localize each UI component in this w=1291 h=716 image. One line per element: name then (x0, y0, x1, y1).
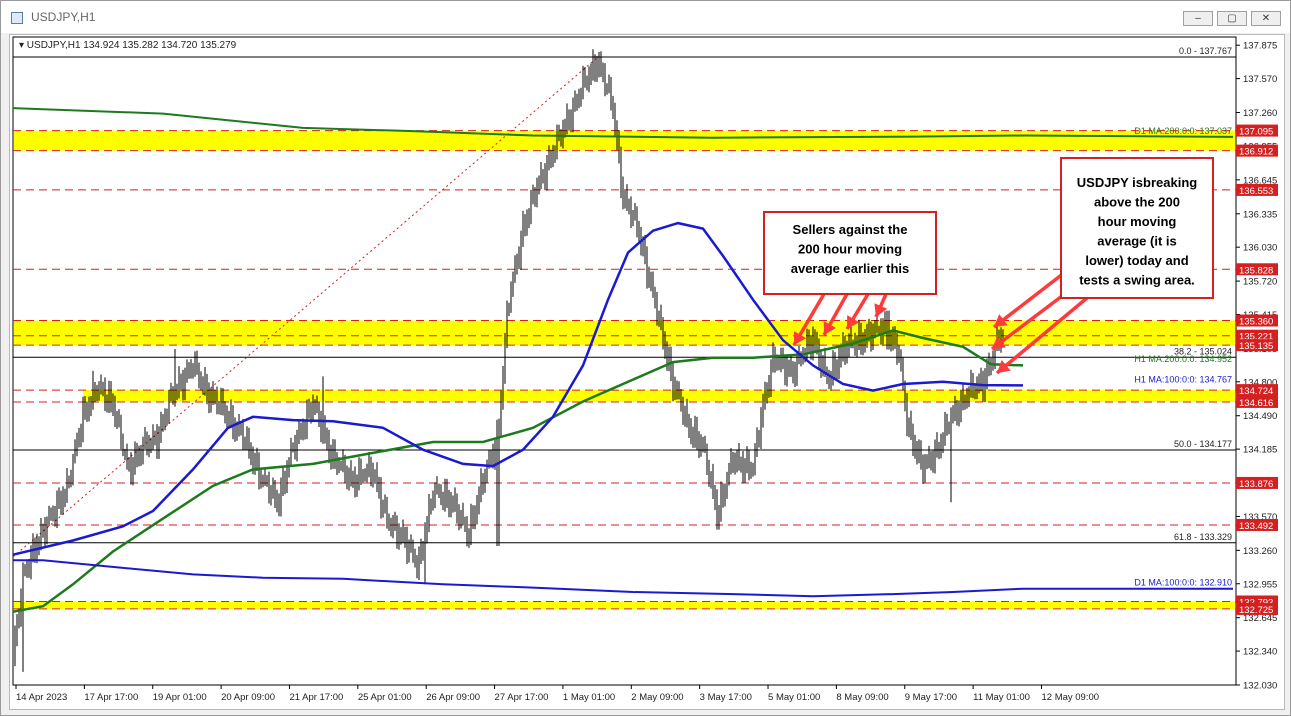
x-tick-label: 12 May 09:00 (1041, 692, 1099, 703)
x-tick-label: 27 Apr 17:00 (495, 692, 549, 703)
x-tick-label: 25 Apr 01:00 (358, 692, 412, 703)
minimize-button[interactable]: ‒ (1183, 11, 1213, 26)
y-tick-label: 134.490 (1243, 411, 1277, 422)
price-tag-label: 135.135 (1239, 341, 1273, 352)
x-tick-label: 20 Apr 09:00 (221, 692, 275, 703)
ma-value-label: H1 MA:200:0:0: 134.952 (1134, 354, 1232, 364)
price-tag-label: 136.912 (1239, 147, 1273, 158)
x-tick-label: 3 May 17:00 (700, 692, 752, 703)
ma-value-label: D1 MA:200:0:0: 137.037 (1134, 126, 1232, 136)
support-resistance-zone (83, 390, 1235, 402)
annotation-text-line: average (it is (1097, 234, 1177, 249)
price-tag-label: 133.492 (1239, 521, 1273, 532)
restore-button[interactable]: ▢ (1217, 11, 1247, 26)
close-button[interactable]: ✕ (1251, 11, 1281, 26)
x-tick-label: 14 Apr 2023 (16, 692, 67, 703)
support-resistance-zone (14, 601, 1235, 609)
annotation-text-line: above the 200 (1094, 195, 1180, 210)
chart-window-icon (11, 12, 23, 24)
y-tick-label: 136.335 (1243, 209, 1277, 220)
fib-level-label: 0.0 - 137.767 (1179, 46, 1232, 56)
annotation-text-line: hour moving (1098, 214, 1177, 229)
support-resistance-zone (14, 130, 1235, 151)
y-tick-label: 133.260 (1243, 546, 1277, 557)
annotation-text-line: 200 hour moving (798, 242, 902, 257)
y-tick-label: 137.570 (1243, 74, 1277, 85)
x-tick-label: 21 Apr 17:00 (289, 692, 343, 703)
x-tick-label: 26 Apr 09:00 (426, 692, 480, 703)
price-chart[interactable]: 0.0 - 137.76738.2 - 135.02450.0 - 134.17… (10, 35, 1284, 709)
y-tick-label: 132.340 (1243, 647, 1277, 658)
window-title: USDJPY,H1 (31, 10, 96, 24)
price-tag-label: 133.876 (1239, 479, 1273, 490)
price-tag-label: 137.095 (1239, 127, 1273, 138)
x-tick-label: 5 May 01:00 (768, 692, 820, 703)
price-tag-label: 135.828 (1239, 265, 1273, 276)
x-tick-label: 8 May 09:00 (836, 692, 888, 703)
y-tick-label: 137.875 (1243, 41, 1277, 52)
support-resistance-zone (14, 320, 1235, 346)
terminal-window: USDJPY,H1 ‒ ▢ ✕ 0.0 - 137.767 38.2 - 135.… (0, 0, 1291, 716)
annotation-text-line: Sellers against the (793, 222, 908, 237)
annotation-text-line: USDJPY isbreaking (1077, 175, 1197, 190)
x-tick-label: 17 Apr 17:00 (84, 692, 138, 703)
y-tick-label: 134.185 (1243, 445, 1277, 456)
annotation-text-line: tests a swing area. (1079, 273, 1195, 288)
x-tick-label: 9 May 17:00 (905, 692, 957, 703)
annotation-text-line: average earlier this (791, 261, 910, 276)
x-tick-label: 11 May 01:00 (973, 692, 1030, 703)
ma-value-label: D1 MA:100:0:0: 132.910 (1134, 578, 1232, 588)
x-tick-label: 1 May 01:00 (563, 692, 615, 703)
y-tick-label: 135.720 (1243, 277, 1277, 288)
ma-value-label: H1 MA:100:0:0: 134.767 (1134, 374, 1232, 384)
y-tick-label: 136.030 (1243, 243, 1277, 254)
price-tag-label: 135.360 (1239, 317, 1273, 328)
chart-header: ▾ USDJPY,H1 134.924 135.282 134.720 135.… (19, 40, 237, 51)
window-titlebar[interactable]: USDJPY,H1 ‒ ▢ ✕ (1, 1, 1290, 33)
annotation-box-1: Sellers against the 200 hour moving averag… (763, 211, 937, 295)
x-tick-label: 2 May 09:00 (631, 692, 683, 703)
price-tag-label: 134.616 (1239, 398, 1273, 409)
y-tick-label: 137.260 (1243, 108, 1277, 119)
y-tick-label: 132.030 (1243, 681, 1277, 692)
x-tick-label: 19 Apr 01:00 (153, 692, 207, 703)
fib-level-label: 50.0 - 134.177 (1174, 439, 1232, 449)
price-tag-label: 132.725 (1239, 605, 1273, 616)
fib-level-label: 61.8 - 133.329 (1174, 532, 1232, 542)
annotation-box-2: USDJPY isbreaking above the 200 hour movin… (1060, 157, 1214, 299)
price-tag-label: 134.724 (1239, 386, 1273, 397)
annotation-text-line: lower) today and (1085, 253, 1188, 268)
y-tick-label: 132.955 (1243, 579, 1277, 590)
price-tag-label: 136.553 (1239, 186, 1273, 197)
chart-area[interactable]: 0.0 - 137.767 38.2 - 135.024 50.0 - 134.17… (9, 34, 1285, 710)
